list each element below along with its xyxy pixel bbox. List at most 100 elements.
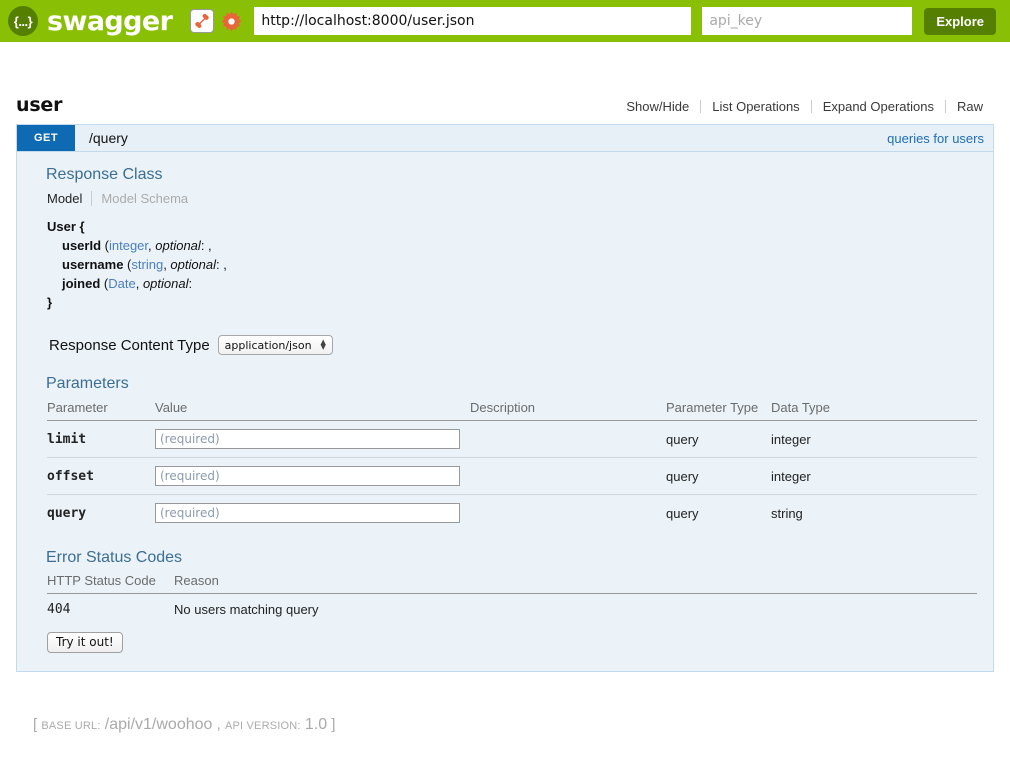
error-reason-404: No users matching query (174, 602, 319, 617)
param-input-offset[interactable] (155, 466, 460, 486)
model-property: username (string, optional: , (47, 255, 977, 274)
col-header-value: Value (155, 397, 470, 421)
param-datatype-query: string (771, 505, 803, 521)
param-name-offset: offset (47, 457, 155, 495)
parameters-heading: Parameters (46, 375, 129, 392)
wrench-bone-glyph (195, 13, 210, 28)
stepper-arrows-icon: ▲ ▼ (320, 338, 326, 351)
error-header-row: HTTP Status Code Reason (47, 570, 977, 594)
swagger-topbar: {...} swagger Explore (0, 0, 1010, 42)
property-name: userId (62, 238, 102, 253)
try-it-out-button[interactable]: Try it out! (47, 632, 123, 653)
swagger-braces-icon: {...} (8, 6, 38, 36)
wrench-bone-icon[interactable] (190, 9, 215, 33)
api-version-label: api version: (224, 720, 301, 732)
property-tail: : , (215, 257, 227, 272)
footer-open-bracket: [ (33, 716, 38, 733)
swagger-wordmark: swagger (47, 5, 173, 37)
param-description-offset (470, 457, 666, 495)
resource-title: user (16, 94, 63, 116)
model-tabs: Model Model Schema (47, 191, 977, 206)
error-codes-table: HTTP Status Code Reason 404 No users mat… (47, 570, 977, 625)
property-optional: optional (142, 276, 189, 291)
param-name-query: query (47, 505, 87, 521)
property-optional: optional (155, 238, 201, 253)
model-close-brace: } (47, 295, 53, 310)
show-hide-link[interactable]: Show/Hide (615, 99, 700, 114)
api-info-footer: [ base url: /api/v1/woohoo , api version… (16, 716, 994, 734)
operation-summary[interactable]: queries for users (887, 125, 993, 151)
operation-path[interactable]: /query (75, 125, 887, 151)
model-open-brace: User { (47, 219, 85, 234)
base-url-value: /api/v1/woohoo (104, 716, 213, 733)
footer-comma: , (216, 716, 221, 733)
param-input-limit[interactable] (155, 429, 460, 449)
table-row: 404 No users matching query (47, 594, 977, 626)
tab-model-schema[interactable]: Model Schema (101, 191, 188, 206)
parameters-header-row: Parameter Value Description Parameter Ty… (47, 397, 977, 421)
table-row: query query string (47, 495, 977, 532)
api-key-input[interactable] (702, 7, 913, 35)
property-tail: : (188, 276, 193, 291)
list-operations-link[interactable]: List Operations (701, 99, 810, 114)
error-status-codes-heading: Error Status Codes (46, 549, 183, 566)
property-optional: optional (170, 257, 216, 272)
response-content-type-select[interactable]: application/json ▲ ▼ (217, 335, 333, 355)
property-type: integer (108, 238, 149, 253)
property-tail: : , (200, 238, 212, 253)
property-type: string (131, 257, 164, 272)
param-input-query[interactable] (155, 503, 460, 523)
param-type-offset: query (666, 457, 771, 495)
param-value-cell (155, 457, 470, 495)
col-header-parameter: Parameter (47, 397, 155, 421)
explore-button[interactable]: Explore (924, 7, 996, 35)
param-type-query: query (666, 505, 699, 521)
param-name-limit: limit (47, 420, 155, 458)
response-content-type-label: Response Content Type (49, 336, 210, 354)
param-type-limit: query (666, 420, 771, 458)
operation-block: GET /query queries for users Response Cl… (16, 124, 994, 672)
model-property: userId (integer, optional: , (47, 236, 977, 255)
model-property: joined (Date, optional: (47, 274, 977, 293)
col-header-data-type: Data Type (771, 397, 977, 421)
col-header-parameter-type: Parameter Type (666, 397, 771, 421)
param-description-query (470, 495, 666, 532)
param-value-cell (155, 495, 470, 532)
param-description-limit (470, 420, 666, 458)
api-version-value: 1.0 (304, 716, 328, 733)
param-datatype-limit: integer (771, 420, 977, 458)
resource-header: user Show/Hide List Operations Expand Op… (16, 42, 994, 124)
expand-operations-link[interactable]: Expand Operations (812, 99, 945, 114)
col-header-reason: Reason (174, 570, 977, 594)
operation-body: Response Class Model Model Schema User {… (17, 152, 993, 671)
operation-heading[interactable]: GET /query queries for users (17, 124, 993, 152)
parameters-table: Parameter Value Description Parameter Ty… (47, 397, 977, 531)
table-row: offset query integer (47, 457, 977, 495)
footer-close-bracket: ] (331, 716, 336, 733)
gear-icon[interactable] (221, 11, 242, 32)
raw-link[interactable]: Raw (946, 99, 994, 114)
error-code-404: 404 (47, 602, 71, 617)
response-content-type-row: Response Content Type application/json ▲… (49, 335, 977, 355)
property-type: Date (108, 276, 136, 291)
property-comma: , (135, 276, 143, 291)
col-header-http-status-code: HTTP Status Code (47, 570, 174, 594)
table-row: limit query integer (47, 420, 977, 458)
response-class-heading: Response Class (46, 166, 163, 183)
main-content: user Show/Hide List Operations Expand Op… (0, 42, 1010, 734)
http-method-badge[interactable]: GET (17, 125, 75, 151)
param-datatype-offset: integer (771, 457, 977, 495)
tab-divider (91, 191, 93, 206)
selected-content-type: application/json (224, 338, 312, 352)
property-name: joined (62, 276, 101, 291)
swagger-url-input[interactable] (254, 7, 692, 35)
model-signature: User { userId (integer, optional: , user… (47, 217, 977, 312)
param-value-cell (155, 420, 470, 458)
base-url-label: base url: (41, 720, 101, 732)
resource-options: Show/Hide List Operations Expand Operati… (615, 99, 994, 116)
swagger-logo[interactable]: {...} swagger (8, 5, 173, 37)
col-header-description: Description (470, 397, 666, 421)
tryout-wrapper: Try it out! (47, 632, 977, 653)
tab-model[interactable]: Model (47, 191, 82, 206)
property-name: username (62, 257, 124, 272)
